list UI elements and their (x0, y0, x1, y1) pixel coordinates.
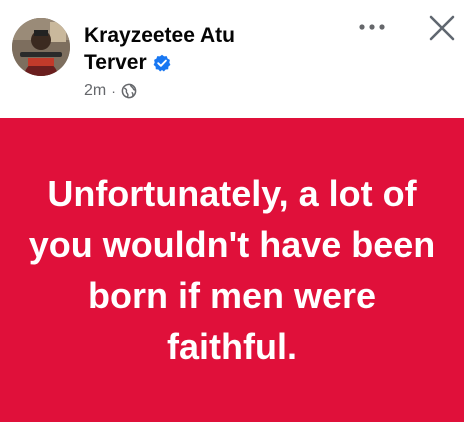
author-name-line1: Krayzeetee Atu (84, 24, 235, 47)
post-timestamp[interactable]: 2m (84, 82, 106, 100)
post-header: Krayzeetee Atu Terver 2m · (0, 0, 464, 118)
close-button[interactable] (424, 10, 460, 46)
post-text-card[interactable]: Unfortunately, a lot of you wouldn't hav… (0, 118, 464, 422)
meta-separator: · (111, 83, 116, 99)
verified-badge-icon (153, 54, 171, 72)
author-name-line2: Terver (84, 51, 147, 74)
more-options-icon (359, 24, 385, 30)
close-icon (429, 15, 455, 41)
more-options-button[interactable] (352, 12, 392, 42)
author-name[interactable]: Krayzeetee Atu Terver (84, 22, 344, 76)
post-meta: 2m · (84, 80, 137, 102)
post-text: Unfortunately, a lot of you wouldn't hav… (28, 173, 436, 367)
avatar-image (12, 18, 70, 76)
globe-icon[interactable] (121, 83, 137, 99)
author-avatar[interactable] (12, 18, 70, 76)
